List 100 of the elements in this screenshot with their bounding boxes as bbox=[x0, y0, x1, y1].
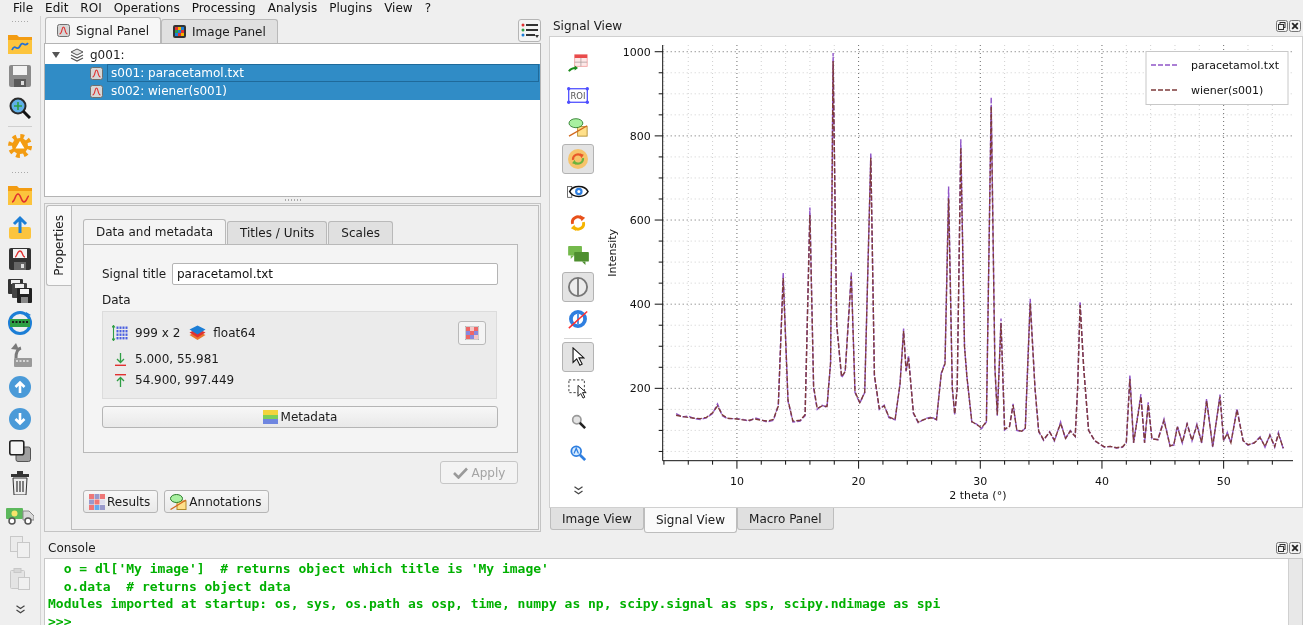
scrollbar[interactable] bbox=[1288, 559, 1302, 625]
tab[interactable]: Data and metadata bbox=[83, 219, 227, 244]
tree-item[interactable]: g001: bbox=[45, 46, 540, 64]
pixel-grid-icon bbox=[173, 25, 187, 38]
copy-icon bbox=[10, 536, 30, 558]
tick-label: 30 bbox=[973, 474, 988, 488]
shapes-icon bbox=[170, 493, 188, 510]
legend-line-icon bbox=[1150, 89, 1180, 91]
stacked-floppy-icon bbox=[8, 279, 32, 303]
duplicate-icon bbox=[9, 440, 31, 462]
dock-title: Console bbox=[48, 541, 96, 555]
console-line: o = dl['My image'] # returns object which title is 'My image' bbox=[62, 560, 549, 578]
truck-icon bbox=[6, 505, 34, 525]
title-input[interactable]: paracetamol.txt bbox=[172, 263, 498, 285]
splitter-handle[interactable] bbox=[283, 199, 302, 201]
menu-item[interactable]: Plugins bbox=[323, 0, 379, 16]
panel-tab[interactable]: Image Panel bbox=[161, 19, 278, 43]
array-view-button[interactable] bbox=[458, 321, 486, 345]
dock-title: Signal View bbox=[553, 19, 623, 33]
toolbar-button[interactable] bbox=[562, 342, 594, 372]
section-label: Data bbox=[102, 292, 131, 308]
menu-item[interactable]: ? bbox=[418, 0, 438, 16]
table-grid-icon bbox=[89, 493, 105, 510]
legend-line-icon bbox=[1150, 64, 1180, 66]
max-values-label: 54.900, 997.449 bbox=[135, 373, 235, 387]
toolbar-button[interactable]: ROI bbox=[562, 80, 594, 110]
panel-tab[interactable]: Signal Panel bbox=[45, 17, 162, 43]
menu-item[interactable]: Processing bbox=[185, 0, 262, 16]
axis-title: Intensity bbox=[606, 228, 619, 277]
float-icon bbox=[1276, 20, 1288, 32]
panel-button[interactable]: Annotations bbox=[164, 490, 270, 513]
tree-item[interactable]: s001: paracetamol.txt bbox=[45, 64, 540, 82]
layers-icon bbox=[70, 48, 84, 62]
down-to-line-icon bbox=[115, 352, 126, 366]
eye-icon bbox=[567, 183, 589, 199]
magnifier-icon bbox=[9, 97, 31, 119]
ring-slash-icon bbox=[568, 309, 588, 329]
side-tab[interactable]: Properties bbox=[46, 205, 71, 286]
panel-menu-button[interactable] bbox=[518, 19, 541, 42]
menu-item[interactable]: File bbox=[7, 0, 40, 16]
legend-label: paracetamol.txt bbox=[1191, 59, 1279, 72]
dock-tab[interactable]: Signal View bbox=[643, 508, 738, 533]
menu-item[interactable]: View bbox=[378, 0, 419, 16]
dock-tab[interactable]: Macro Panel bbox=[737, 508, 834, 530]
shapes-icon bbox=[567, 117, 589, 137]
menu-item[interactable]: Analysis bbox=[261, 0, 324, 16]
box-up-arrow-icon bbox=[9, 215, 31, 239]
tick-label: 40 bbox=[1094, 474, 1109, 488]
menu-item[interactable]: Operations bbox=[107, 0, 186, 16]
gear-icon bbox=[8, 134, 32, 158]
tick-label: 10 bbox=[729, 474, 744, 488]
roi-icon: ROI bbox=[567, 86, 589, 104]
data-type-label: float64 bbox=[213, 326, 256, 340]
menu-item[interactable]: Edit bbox=[39, 0, 75, 16]
close-button[interactable] bbox=[1289, 20, 1301, 32]
sync-arrows-icon bbox=[570, 214, 586, 232]
tick-label: 400 bbox=[629, 298, 651, 312]
metadata-button[interactable]: Metadata bbox=[102, 406, 498, 428]
signal-icon bbox=[57, 24, 70, 37]
refresh-icon bbox=[568, 149, 588, 169]
tick-label: 50 bbox=[1216, 474, 1231, 488]
float-icon bbox=[1276, 542, 1288, 554]
expand-arrow-icon[interactable] bbox=[52, 52, 60, 58]
tick-label: 20 bbox=[851, 474, 866, 488]
console-line: o.data # returns object data bbox=[62, 577, 291, 595]
folder-icon bbox=[8, 185, 32, 205]
signal-icon bbox=[90, 66, 103, 80]
trash-icon bbox=[11, 471, 29, 495]
check-icon bbox=[452, 466, 468, 479]
axis-title: 2 theta (°) bbox=[949, 488, 1007, 502]
tree-item[interactable]: s002: wiener(s001) bbox=[45, 82, 540, 100]
grid-icon bbox=[112, 325, 128, 341]
tick-label: 200 bbox=[629, 382, 651, 396]
chip-arrow-icon bbox=[8, 343, 32, 367]
tab[interactable]: Scales bbox=[328, 221, 393, 244]
dock-tab[interactable]: Image View bbox=[550, 508, 644, 530]
tab[interactable]: Titles / Units bbox=[227, 221, 328, 244]
list-icon bbox=[520, 23, 539, 38]
tick-label: 600 bbox=[629, 214, 651, 228]
close-button[interactable] bbox=[1289, 542, 1301, 554]
toolbar-handle[interactable] bbox=[11, 20, 29, 23]
toolbar-handle[interactable] bbox=[11, 171, 29, 174]
folder-icon bbox=[8, 34, 32, 54]
menu-item[interactable]: ROI bbox=[74, 0, 108, 16]
up-from-line-icon bbox=[115, 373, 126, 387]
table-arrow-icon bbox=[568, 53, 588, 73]
min-values-label: 5.000, 55.981 bbox=[135, 352, 219, 366]
panel-button[interactable]: Results bbox=[83, 490, 159, 513]
signal-icon bbox=[90, 84, 103, 98]
selection-pointer-icon bbox=[568, 379, 588, 399]
tick-label: 1000 bbox=[622, 45, 651, 59]
array-size-label: 999 x 2 bbox=[135, 326, 181, 340]
grid-icon bbox=[465, 326, 479, 340]
stacked-layers-icon bbox=[189, 325, 207, 341]
float-button[interactable] bbox=[1276, 542, 1288, 554]
zoom-icon bbox=[570, 413, 586, 429]
float-button[interactable] bbox=[1276, 20, 1288, 32]
console-line: Modules imported at startup: os, sys, os.path as osp, time, numpy as np, scipy.signal as sps, scipy.ndimage as spi bbox=[48, 595, 941, 613]
paste-icon bbox=[10, 568, 30, 590]
tick-label: 800 bbox=[629, 129, 651, 143]
